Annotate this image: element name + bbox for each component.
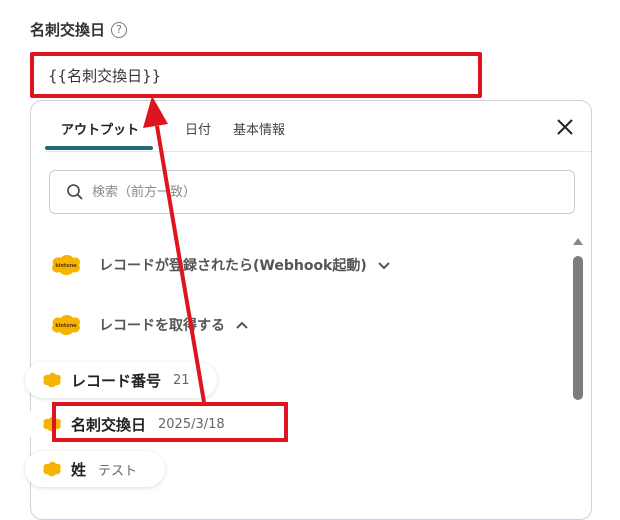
svg-text:kintone: kintone <box>55 263 77 269</box>
kintone-logo-icon <box>43 372 61 388</box>
field-label-text: 名刺交換日 <box>30 21 106 39</box>
close-icon[interactable] <box>555 117 575 137</box>
tab-basic-info[interactable]: 基本情報 <box>233 119 285 138</box>
search-box <box>49 170 575 214</box>
search-icon <box>67 184 83 200</box>
field-label: 名刺交換日 ? <box>30 19 128 40</box>
svg-text:kintone: kintone <box>55 323 77 329</box>
chevron-down-icon <box>378 262 390 270</box>
kintone-logo-icon: kintone <box>52 255 81 275</box>
group-label: レコードが登録されたら(Webhook起動) <box>99 258 367 274</box>
highlight-box <box>52 402 288 442</box>
date-value-text: {{名刺交換日}} <box>48 66 162 85</box>
help-icon[interactable]: ? <box>111 21 128 38</box>
kintone-logo-icon: kintone <box>52 315 81 335</box>
active-tab-indicator <box>45 146 153 150</box>
group-label: レコードを取得する <box>99 318 225 334</box>
item-value: 21 <box>173 372 190 388</box>
group-webhook-trigger[interactable]: kintone レコードが登録されたら(Webhook起動) <box>49 253 391 277</box>
group-get-record[interactable]: kintone レコードを取得する <box>49 313 249 337</box>
item-value: テスト <box>98 463 138 479</box>
output-item-record-number[interactable]: レコード番号 21 <box>25 362 217 398</box>
scroll-up-arrow[interactable] <box>573 238 583 245</box>
tab-output[interactable]: アウトプット <box>61 119 139 138</box>
search-input[interactable] <box>90 183 514 201</box>
item-name: 姓 <box>71 460 87 479</box>
chevron-up-icon <box>236 321 248 329</box>
date-value-input[interactable]: {{名刺交換日}} <box>30 52 482 98</box>
output-item-last-name[interactable]: 姓 テスト <box>25 451 165 487</box>
scrollbar-thumb[interactable] <box>573 256 583 400</box>
item-name: レコード番号 <box>71 371 162 390</box>
tab-date[interactable]: 日付 <box>185 119 211 138</box>
kintone-logo-icon <box>43 461 61 477</box>
tab-bar: アウトプット 日付 基本情報 <box>45 101 591 152</box>
